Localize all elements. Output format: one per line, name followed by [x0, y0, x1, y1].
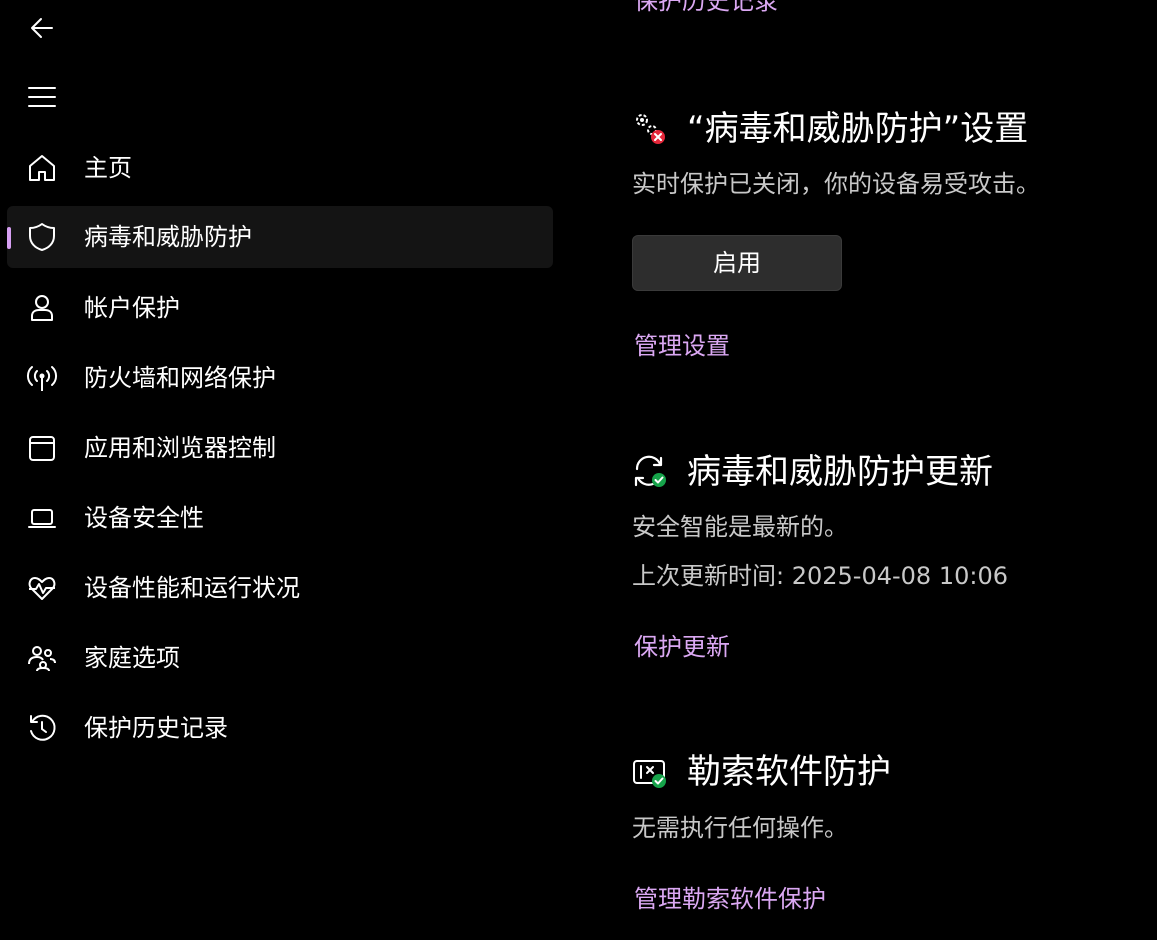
security-intelligence-status: 安全智能是最新的。 — [632, 513, 848, 541]
sidebar-item-label: 设备性能和运行状况 — [84, 574, 300, 602]
back-arrow-icon — [31, 18, 53, 38]
protection-updates-link[interactable]: 保护更新 — [634, 632, 730, 662]
sidebar-item-account[interactable]: 帐户保护 — [7, 277, 553, 339]
sidebar-item-label: 病毒和威胁防护 — [84, 223, 252, 251]
hamburger-menu-icon — [28, 87, 56, 107]
selection-indicator — [7, 227, 11, 249]
hamburger-menu-button[interactable] — [26, 81, 58, 113]
updates-section-title: 病毒和威胁防护更新 — [687, 452, 993, 492]
protection-history-link[interactable]: 保护历史记录 — [634, 0, 778, 16]
ransomware-ok-icon — [632, 754, 668, 790]
heart-pulse-icon — [26, 572, 58, 604]
sidebar-item-device-security[interactable]: 设备安全性 — [7, 487, 553, 549]
enable-button[interactable]: 启用 — [632, 235, 842, 291]
browser-window-icon — [26, 432, 58, 464]
sidebar-item-family-options[interactable]: 家庭选项 — [7, 627, 553, 689]
manage-ransomware-link[interactable]: 管理勒索软件保护 — [634, 884, 826, 914]
ransomware-status: 无需执行任何操作。 — [632, 814, 848, 842]
home-icon — [26, 152, 58, 184]
sidebar-item-label: 设备安全性 — [84, 504, 204, 532]
sidebar-item-device-performance[interactable]: 设备性能和运行状况 — [7, 557, 553, 619]
sidebar-item-app-browser-control[interactable]: 应用和浏览器控制 — [7, 417, 553, 479]
sidebar-item-label: 应用和浏览器控制 — [84, 434, 276, 462]
wireless-antenna-icon — [26, 362, 58, 394]
back-button[interactable] — [26, 12, 58, 44]
sidebar-item-label: 保护历史记录 — [84, 714, 228, 742]
history-icon — [26, 712, 58, 744]
ransomware-section-title: 勒索软件防护 — [687, 752, 891, 792]
realtime-protection-status: 实时保护已关闭，你的设备易受攻击。 — [632, 170, 1040, 198]
update-refresh-ok-icon — [632, 454, 668, 490]
shield-icon — [26, 221, 58, 253]
sidebar-item-virus-protection[interactable]: 病毒和威胁防护 — [7, 206, 553, 268]
sidebar-item-label: 家庭选项 — [84, 644, 180, 672]
last-update-time: 上次更新时间: 2025-04-08 10:06 — [632, 562, 1008, 590]
laptop-icon — [26, 502, 58, 534]
person-icon — [26, 292, 58, 324]
sidebar-item-label: 主页 — [84, 154, 132, 182]
sidebar-item-protection-history[interactable]: 保护历史记录 — [7, 697, 553, 759]
sidebar-item-label: 帐户保护 — [84, 294, 180, 322]
manage-settings-link[interactable]: 管理设置 — [634, 331, 730, 361]
sidebar-item-home[interactable]: 主页 — [7, 137, 553, 199]
sidebar-item-firewall[interactable]: 防火墙和网络保护 — [7, 347, 553, 409]
settings-gears-error-icon — [632, 110, 668, 146]
sidebar-item-label: 防火墙和网络保护 — [84, 364, 276, 392]
family-icon — [26, 642, 58, 674]
settings-section-title: “病毒和威胁防护”设置 — [687, 109, 1029, 149]
